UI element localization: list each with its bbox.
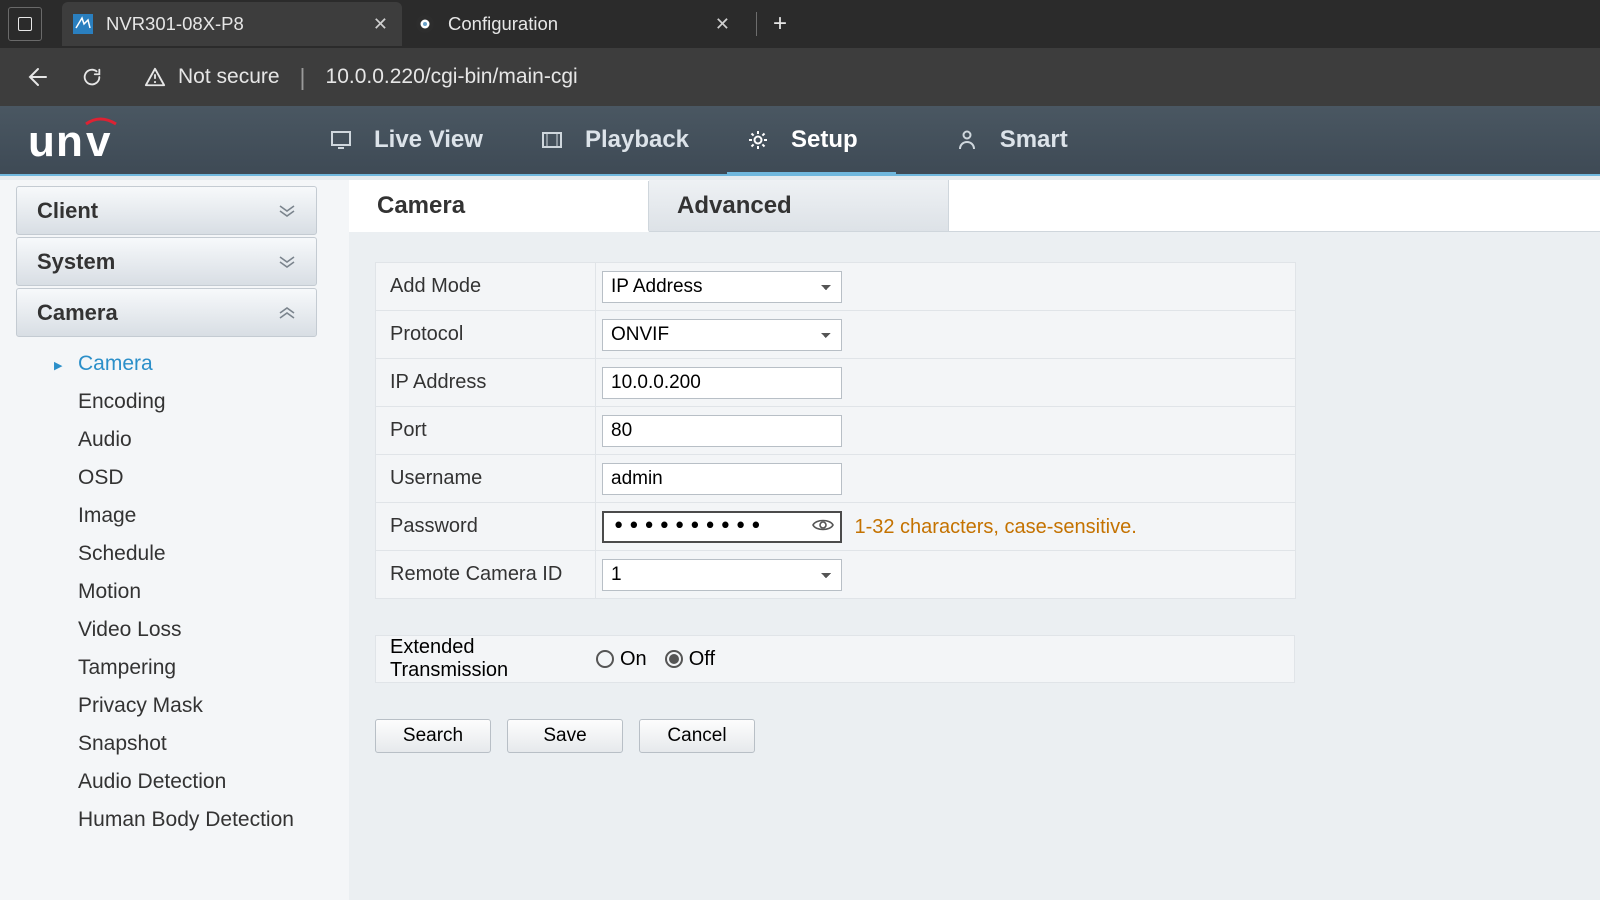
nav-live-view[interactable]: Live View [310, 106, 521, 174]
chevron-down-icon [278, 249, 296, 275]
main-area: Client System Camera Camera Encoding Aud… [0, 180, 1600, 900]
nav-playback[interactable]: Playback [521, 106, 727, 174]
radio-off[interactable]: Off [665, 648, 715, 671]
nav-playback-label: Playback [585, 126, 689, 154]
sidebar-camera-label: Camera [37, 300, 118, 326]
browser-tab-strip: NVR301-08X-P8 ✕ Configuration ✕ + [0, 0, 1600, 48]
add-mode-select[interactable]: IP Address [602, 271, 842, 303]
svg-text:u: u [28, 117, 56, 164]
sidebar-item-privacy-mask[interactable]: Privacy Mask [16, 687, 317, 725]
app-top-nav: unv Live View Playback Setup Smart [0, 106, 1600, 176]
tab2-title: Configuration [448, 13, 558, 35]
browser-tab-2[interactable]: Configuration ✕ [404, 2, 744, 46]
sidebar: Client System Camera Camera Encoding Aud… [0, 180, 333, 900]
sidebar-item-encoding[interactable]: Encoding [16, 383, 317, 421]
tab-overview-button[interactable] [8, 7, 42, 41]
button-row: Search Save Cancel [375, 719, 1600, 753]
extended-transmission-label: Extended Transmission [376, 636, 596, 682]
address-bar[interactable]: Not secure | 10.0.0.220/cgi-bin/main-cgi [128, 56, 1584, 98]
sidebar-item-audio-detection[interactable]: Audio Detection [16, 763, 317, 801]
radio-on-label: On [620, 648, 647, 671]
radio-circle-icon [665, 650, 683, 668]
nav-smart[interactable]: Smart [896, 106, 1106, 174]
nav-smart-label: Smart [1000, 126, 1068, 154]
port-input[interactable] [602, 415, 842, 447]
content-tabs: Camera Advanced [349, 180, 1600, 232]
cancel-button[interactable]: Cancel [639, 719, 755, 753]
tab-camera[interactable]: Camera [349, 181, 649, 232]
sidebar-item-audio[interactable]: Audio [16, 421, 317, 459]
protocol-label: Protocol [376, 311, 596, 359]
sidebar-item-schedule[interactable]: Schedule [16, 535, 317, 573]
sidebar-section-camera[interactable]: Camera [16, 288, 317, 337]
brand-logo: unv [0, 106, 310, 174]
extended-transmission-row: Extended Transmission On Off [375, 635, 1295, 683]
back-button[interactable] [16, 57, 56, 97]
form-body: Add Mode IP Address Protocol ONVIF IP Ad… [349, 232, 1600, 900]
camera-form-table: Add Mode IP Address Protocol ONVIF IP Ad… [375, 262, 1296, 599]
tab-advanced[interactable]: Advanced [649, 180, 949, 231]
extended-transmission-radio-group: On Off [596, 648, 715, 671]
sidebar-item-human-body-detection[interactable]: Human Body Detection [16, 801, 317, 839]
url-text: 10.0.0.220/cgi-bin/main-cgi [326, 65, 578, 89]
save-button[interactable]: Save [507, 719, 623, 753]
svg-text:v: v [86, 117, 111, 164]
password-hint: 1-32 characters, case-sensitive. [854, 516, 1136, 538]
radio-off-label: Off [689, 648, 715, 671]
tab-divider [756, 12, 757, 36]
address-separator: | [300, 64, 306, 91]
username-label: Username [376, 455, 596, 503]
sidebar-section-client[interactable]: Client [16, 186, 317, 235]
sidebar-item-image[interactable]: Image [16, 497, 317, 535]
close-icon[interactable]: ✕ [715, 14, 730, 35]
ip-address-label: IP Address [376, 359, 596, 407]
browser-toolbar: Not secure | 10.0.0.220/cgi-bin/main-cgi [0, 48, 1600, 106]
show-password-icon[interactable] [812, 516, 834, 539]
remote-camera-id-label: Remote Camera ID [376, 551, 596, 599]
sidebar-item-camera[interactable]: Camera [16, 345, 317, 383]
favicon-tab1 [72, 13, 94, 35]
new-tab-button[interactable]: + [763, 10, 797, 38]
add-mode-label: Add Mode [376, 263, 596, 311]
svg-text:n: n [56, 117, 84, 164]
nav-setup[interactable]: Setup [727, 106, 896, 174]
monitor-icon [330, 129, 352, 151]
refresh-button[interactable] [72, 57, 112, 97]
sidebar-item-video-loss[interactable]: Video Loss [16, 611, 317, 649]
sidebar-client-label: Client [37, 198, 98, 224]
favicon-tab2 [414, 13, 436, 35]
sidebar-system-label: System [37, 249, 115, 275]
ip-address-input[interactable] [602, 367, 842, 399]
nav-live-view-label: Live View [374, 126, 483, 154]
password-input[interactable] [602, 511, 842, 543]
security-indicator[interactable]: Not secure [144, 65, 280, 89]
person-icon [956, 129, 978, 151]
port-label: Port [376, 407, 596, 455]
close-icon[interactable]: ✕ [373, 14, 388, 35]
browser-tab-1[interactable]: NVR301-08X-P8 ✕ [62, 2, 402, 46]
sidebar-item-osd[interactable]: OSD [16, 459, 317, 497]
sidebar-item-snapshot[interactable]: Snapshot [16, 725, 317, 763]
username-input[interactable] [602, 463, 842, 495]
password-label: Password [376, 503, 596, 551]
radio-on[interactable]: On [596, 648, 647, 671]
nav-setup-label: Setup [791, 126, 858, 154]
content-panel: Camera Advanced Add Mode IP Address Prot… [349, 180, 1600, 900]
gear-icon [747, 129, 769, 151]
protocol-select[interactable]: ONVIF [602, 319, 842, 351]
chevron-down-icon [278, 198, 296, 224]
sidebar-camera-submenu: Camera Encoding Audio OSD Image Schedule… [16, 339, 317, 839]
not-secure-label: Not secure [178, 65, 280, 89]
film-icon [541, 129, 563, 151]
remote-camera-id-select[interactable]: 1 [602, 559, 842, 591]
sidebar-item-motion[interactable]: Motion [16, 573, 317, 611]
tab1-title: NVR301-08X-P8 [106, 13, 244, 35]
sidebar-item-tampering[interactable]: Tampering [16, 649, 317, 687]
sidebar-section-system[interactable]: System [16, 237, 317, 286]
search-button[interactable]: Search [375, 719, 491, 753]
chevron-up-icon [278, 300, 296, 326]
radio-circle-icon [596, 650, 614, 668]
